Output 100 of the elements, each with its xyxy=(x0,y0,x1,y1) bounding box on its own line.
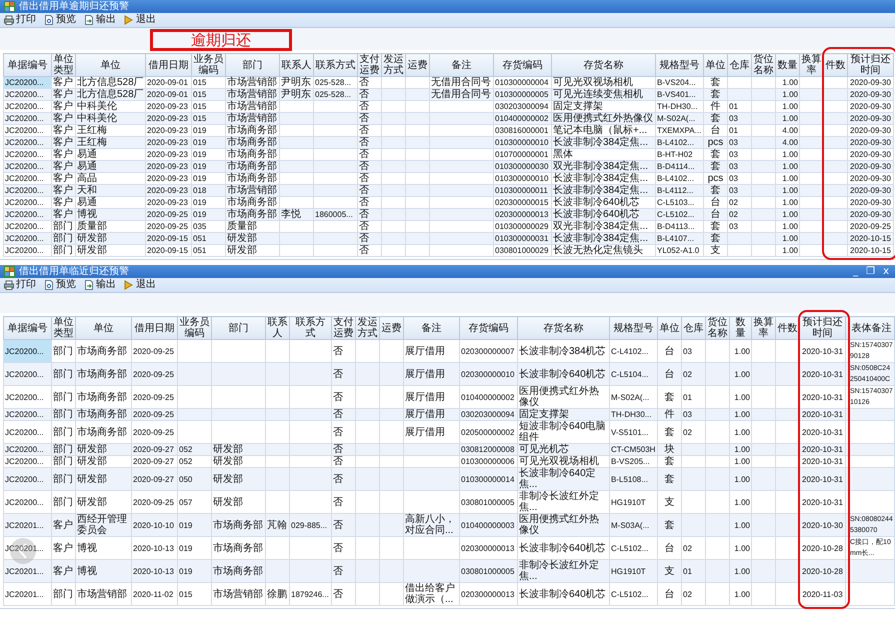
table-cell: 1.00 xyxy=(730,582,752,606)
column-header[interactable]: 联系人 xyxy=(266,316,290,340)
column-header[interactable]: 单据编号 xyxy=(4,54,52,76)
column-header[interactable]: 单位 xyxy=(76,54,146,76)
table-cell: 研发部 xyxy=(212,468,266,490)
column-header[interactable]: 仓库 xyxy=(682,316,706,340)
column-header[interactable]: 存货编码 xyxy=(460,316,518,340)
table-cell: 高新八小，对应合同... xyxy=(404,514,460,536)
table-cell: 王红梅 xyxy=(76,136,146,148)
table-cell: 否 xyxy=(332,468,356,490)
table-cell: B-VS401... xyxy=(656,88,704,100)
column-header[interactable]: 仓库 xyxy=(728,54,752,76)
toolbar-button[interactable]: 退出 xyxy=(123,14,157,26)
toolbar-button[interactable]: 预览 xyxy=(43,14,77,26)
toolbar-button[interactable]: 输出 xyxy=(83,279,117,291)
restore-button[interactable]: ❐ xyxy=(864,266,878,278)
column-header[interactable]: 借用日期 xyxy=(146,54,192,76)
column-header[interactable]: 联系人 xyxy=(280,54,314,76)
column-header[interactable]: 发运方式 xyxy=(382,54,406,76)
column-header[interactable]: 支付运费 xyxy=(358,54,382,76)
table-cell: 1.00 xyxy=(730,514,752,536)
column-header[interactable]: 联系方式 xyxy=(314,54,358,76)
column-header[interactable]: 件数 xyxy=(776,316,800,340)
toolbar-button[interactable]: 预览 xyxy=(43,279,77,291)
table-cell: 2020-10-31 xyxy=(800,468,846,490)
table-cell: YL052-A1.0 xyxy=(656,244,704,256)
table-cell: 2020-11-02 xyxy=(132,582,178,606)
column-header[interactable]: 存货编码 xyxy=(494,54,552,76)
column-header[interactable]: 运费 xyxy=(406,54,430,76)
column-header[interactable]: 支付运费 xyxy=(332,316,356,340)
column-header[interactable]: 备注 xyxy=(430,54,494,76)
table-cell: 2020-09-30 xyxy=(848,184,894,196)
table-cell: 中科美伦 xyxy=(76,112,146,124)
toolbar-button[interactable]: 退出 xyxy=(123,279,157,291)
table-cell: 2020-10-15 xyxy=(848,232,894,244)
column-header[interactable]: 规格型号 xyxy=(656,54,704,76)
table-cell: 台 xyxy=(658,582,682,606)
toolbar-button[interactable]: 打印 xyxy=(3,279,37,291)
table-cell: 研发部 xyxy=(212,444,266,456)
column-header[interactable]: 部门 xyxy=(212,316,266,340)
column-header[interactable]: 存货名称 xyxy=(552,54,656,76)
column-header[interactable]: 单位类型 xyxy=(52,316,76,340)
column-header[interactable]: 单位 xyxy=(658,316,682,340)
column-header[interactable]: 换算率 xyxy=(752,316,776,340)
table-cell: 2020-10-30 xyxy=(800,514,846,536)
column-header[interactable]: 单据编号 xyxy=(4,316,52,340)
table-cell: JC20200... xyxy=(4,408,52,420)
column-header[interactable]: 借用日期 xyxy=(132,316,178,340)
table-cell: 030801000005 xyxy=(460,560,518,582)
document-arrow-icon xyxy=(84,15,94,25)
column-header[interactable]: 发运方式 xyxy=(356,316,380,340)
table-cell: 2020-10-31 xyxy=(800,408,846,420)
table-cell: 2020-09-23 xyxy=(146,112,192,124)
column-header[interactable]: 部门 xyxy=(226,54,280,76)
column-header[interactable]: 运费 xyxy=(380,316,404,340)
table-cell: JC20201... xyxy=(4,582,52,606)
table-cell: 02 xyxy=(682,362,706,386)
table-cell: 徐鹏 xyxy=(266,582,290,606)
arrow-icon xyxy=(124,15,134,25)
column-header[interactable]: 件数 xyxy=(824,54,848,76)
table-cell: JC20200... xyxy=(4,208,52,220)
table-cell: 否 xyxy=(358,244,382,256)
column-header[interactable]: 联系方式 xyxy=(290,316,332,340)
column-header[interactable]: 存货名称 xyxy=(518,316,610,340)
table-cell: 020300000010 xyxy=(460,362,518,386)
column-header[interactable]: 规格型号 xyxy=(610,316,658,340)
table-cell: M-S03A(... xyxy=(610,514,658,536)
table-cell: 2020-09-30 xyxy=(848,112,894,124)
table-cell: 长波非制冷640机芯 xyxy=(518,362,610,386)
table-cell: 010300000011 xyxy=(494,184,552,196)
column-header[interactable]: 业务员编码 xyxy=(192,54,226,76)
table-cell: 双光非制冷384定焦... xyxy=(552,160,656,172)
column-header[interactable]: 换算率 xyxy=(800,54,824,76)
column-header[interactable]: 预计归还时间 xyxy=(800,316,846,340)
column-header[interactable]: 数量 xyxy=(730,316,752,340)
column-header[interactable]: 业务员编码 xyxy=(178,316,212,340)
table-cell: 借出给客户做演示（... xyxy=(404,582,460,606)
toolbar-button[interactable]: 输出 xyxy=(83,14,117,26)
table-cell: 套 xyxy=(658,468,682,490)
column-header[interactable]: 货位名称 xyxy=(752,54,776,76)
column-header[interactable]: 表体备注 xyxy=(846,316,894,340)
toolbar-button[interactable]: 打印 xyxy=(3,14,37,26)
close-button[interactable]: x xyxy=(881,266,891,278)
table-cell: 2020-09-27 xyxy=(132,444,178,456)
table-cell: 研发部 xyxy=(226,232,280,244)
column-header[interactable]: 货位名称 xyxy=(706,316,730,340)
table-cell: 2020-09-01 xyxy=(146,88,192,100)
column-header[interactable]: 数量 xyxy=(776,54,800,76)
column-header[interactable]: 单位 xyxy=(704,54,728,76)
column-header[interactable]: 备注 xyxy=(404,316,460,340)
table-cell: 长波非制冷384定焦... xyxy=(552,184,656,196)
column-header[interactable]: 预计归还时间 xyxy=(848,54,894,76)
table-cell: 市场商务部 xyxy=(76,408,132,420)
table-cell: JC20200... xyxy=(4,444,52,456)
table-cell: 2020-10-28 xyxy=(800,560,846,582)
table-cell: 2020-09-25 xyxy=(146,208,192,220)
window-title: 借出借用单临近归还预警 xyxy=(19,266,129,278)
column-header[interactable]: 单位类型 xyxy=(52,54,76,76)
minimize-button[interactable]: _ xyxy=(851,266,860,278)
column-header[interactable]: 单位 xyxy=(76,316,132,340)
